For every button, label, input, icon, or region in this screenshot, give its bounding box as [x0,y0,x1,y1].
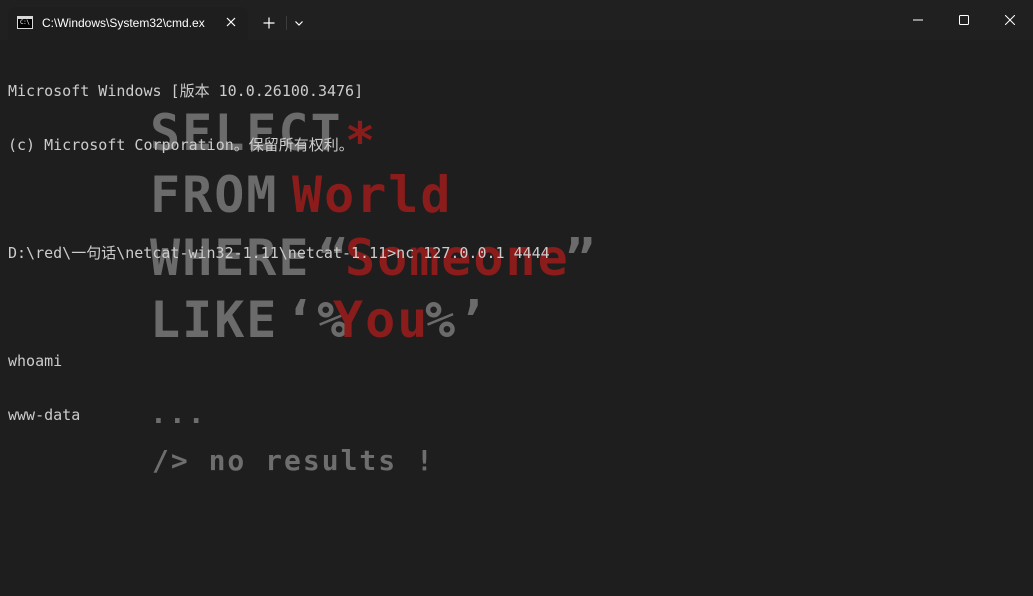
cmd-icon-glyph: C:\ [20,19,30,26]
plus-icon [263,17,275,29]
tab-dropdown-button[interactable] [290,14,308,32]
new-tab-button[interactable] [258,12,280,34]
tab-title: C:\Windows\System32\cmd.ex [42,16,205,30]
title-bar[interactable]: C:\ C:\Windows\System32\cmd.ex [0,0,1033,40]
tab-cmd[interactable]: C:\ C:\Windows\System32\cmd.ex [8,7,248,40]
terminal-output[interactable]: Microsoft Windows [版本 10.0.26100.3476] (… [8,46,550,460]
terminal-line: D:\red\一句话\netcat-win32-1.11\netcat-1.11… [8,244,550,262]
terminal-area[interactable]: SELECT * FROM World WHERE “ Someone ” LI… [0,40,1033,596]
terminal-line: whoami [8,352,63,370]
terminal-line: Microsoft Windows [版本 10.0.26100.3476] [8,82,364,100]
maximize-button[interactable] [941,0,987,40]
close-icon [1005,15,1015,25]
terminal-line: www-data [8,406,81,424]
close-window-button[interactable] [987,0,1033,40]
chevron-down-icon [295,21,303,26]
maximize-icon [959,15,969,25]
art-close-quote: ” [565,229,597,287]
terminal-window: C:\ C:\Windows\System32\cmd.ex SELECT * … [0,0,1033,596]
close-tab-button[interactable] [222,13,240,31]
close-icon [226,17,236,27]
title-separator [286,16,287,30]
minimize-button[interactable] [895,0,941,40]
terminal-line: (c) Microsoft Corporation。保留所有权利。 [8,136,354,154]
minimize-icon [913,19,923,21]
cmd-icon: C:\ [17,16,33,29]
